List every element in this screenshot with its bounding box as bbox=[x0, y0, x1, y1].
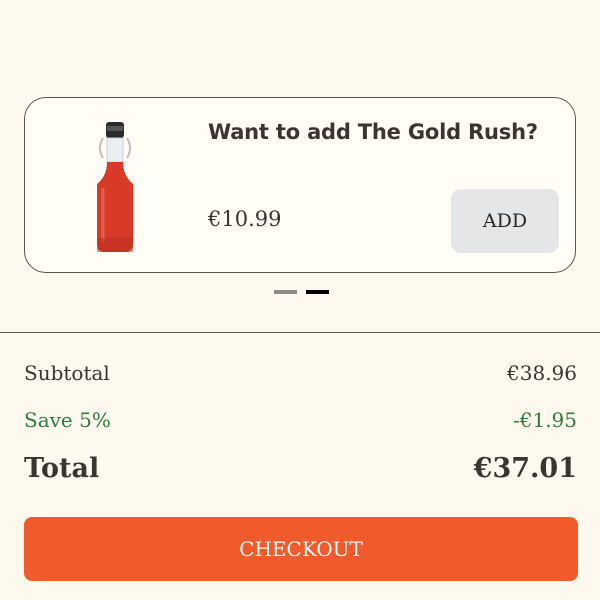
subtotal-row: Subtotal €38.96 bbox=[24, 361, 577, 385]
upsell-title: Want to add The Gold Rush? bbox=[208, 120, 538, 144]
carousel-dot-2[interactable] bbox=[306, 290, 329, 294]
total-label: Total bbox=[24, 453, 100, 484]
carousel-indicator bbox=[274, 290, 329, 294]
add-button[interactable]: ADD bbox=[451, 189, 559, 253]
subtotal-value: €38.96 bbox=[507, 361, 577, 385]
upsell-card: Want to add The Gold Rush? €10.99 ADD bbox=[24, 97, 576, 273]
bottle-image bbox=[97, 122, 133, 252]
subtotal-label: Subtotal bbox=[24, 361, 110, 385]
total-row: Total €37.01 bbox=[24, 453, 577, 484]
checkout-button[interactable]: CHECKOUT bbox=[24, 517, 578, 581]
upsell-price: €10.99 bbox=[208, 207, 282, 231]
carousel-dot-1[interactable] bbox=[274, 290, 297, 294]
discount-value: -€1.95 bbox=[512, 408, 577, 432]
discount-label: Save 5% bbox=[24, 408, 111, 432]
total-value: €37.01 bbox=[473, 453, 577, 484]
discount-row: Save 5% -€1.95 bbox=[24, 408, 577, 432]
divider bbox=[0, 332, 600, 333]
